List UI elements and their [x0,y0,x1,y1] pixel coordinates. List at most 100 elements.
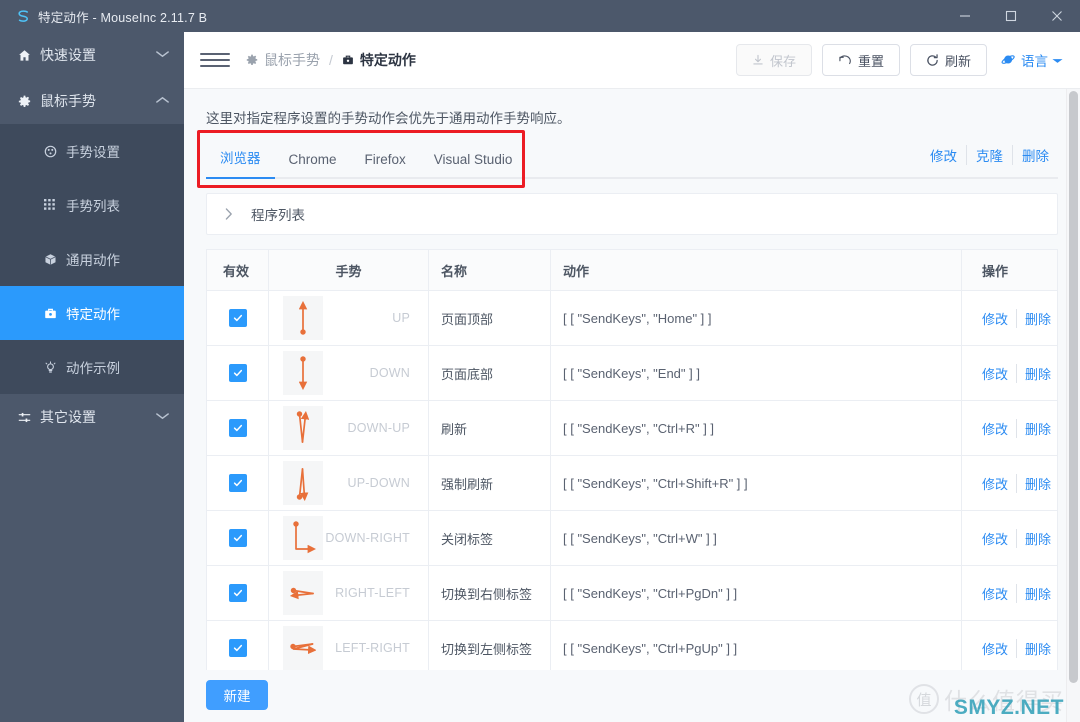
breadcrumb-separator: / [329,52,333,68]
row-delete-link[interactable]: 删除 [1016,583,1059,603]
tab-firefox[interactable]: Firefox [351,144,420,177]
breadcrumb-parent[interactable]: 鼠标手势 [246,50,320,70]
column-header-name: 名称 [429,250,551,290]
sidebar-item-specific-actions[interactable]: 特定动作 [0,286,184,340]
content-scroll: 这里对指定程序设置的手势动作会优先于通用动作手势响应。 浏览器 Chrome F… [184,89,1080,670]
sidebar-group-mouse-gestures[interactable]: 鼠标手势 [0,78,184,124]
sidebar-item-action-examples[interactable]: 动作示例 [0,340,184,394]
cell-enabled [207,291,269,345]
save-button[interactable]: 保存 [735,44,812,76]
gear-icon [246,54,258,66]
cell-name: 页面顶部 [429,291,551,345]
sidebar-item-gesture-list[interactable]: 手势列表 [0,178,184,232]
enabled-checkbox[interactable] [228,419,247,437]
hamburger-icon[interactable] [200,45,230,75]
gesture-glyph-icon [283,461,323,505]
cell-gesture: LEFT-RIGHT [269,621,429,670]
profile-tabs: 浏览器 Chrome Firefox Visual Studio [206,139,516,179]
sidebar-item-label: 手势设置 [66,145,120,160]
row-delete-link[interactable]: 删除 [1016,638,1059,658]
cell-action: [ [ "SendKeys", "Ctrl+W" ] ] [551,511,962,565]
close-button[interactable] [1034,0,1080,32]
row-edit-link[interactable]: 修改 [982,639,1016,658]
gesture-name-label: DOWN-RIGHT [325,531,410,545]
sidebar-item-label: 特定动作 [66,307,120,322]
row-delete-link[interactable]: 删除 [1016,418,1059,438]
tab-visual-studio[interactable]: Visual Studio [420,144,527,177]
minimize-button[interactable] [942,0,988,32]
cell-operations: 修改 删除 [962,291,1057,345]
row-edit-link[interactable]: 修改 [982,419,1016,438]
column-header-action: 动作 [551,250,962,290]
tab-clone-link[interactable]: 克隆 [966,145,1012,165]
row-edit-link[interactable]: 修改 [982,309,1016,328]
cell-gesture: DOWN-UP [269,401,429,455]
row-edit-link[interactable]: 修改 [982,364,1016,383]
chevron-up-icon [156,96,170,107]
sidebar-item-general-actions[interactable]: 通用动作 [0,232,184,286]
enabled-checkbox[interactable] [228,309,247,327]
gesture-name-label: DOWN [369,366,410,380]
cell-gesture: UP [269,291,429,345]
tab-edit-link[interactable]: 修改 [921,145,966,165]
enabled-checkbox[interactable] [228,364,247,382]
table-footer: 新建 [184,670,1080,722]
sidebar-group-other-settings[interactable]: 其它设置 [0,394,184,440]
table-row: DOWN-UP 刷新 [ [ "SendKeys", "Ctrl+R" ] ] 修改删… [207,401,1057,456]
refresh-button-label: 刷新 [944,53,971,69]
reset-button[interactable]: 重置 [821,44,900,76]
breadcrumb: 鼠标手势 / 特定动作 [246,50,416,70]
tab-browser[interactable]: 浏览器 [206,139,275,179]
table-body: UP 页面顶部[ [ "SendKeys", "Home" ] ] 修改 删除 DOWN… [207,291,1057,670]
sidebar-item-gesture-settings[interactable]: 手势设置 [0,124,184,178]
main-panel: 鼠标手势 / 特定动作 保存 重置 刷新 语言 这里对指定程序设置的手势动作会优… [184,32,1080,722]
gesture-action-script: [ [ "SendKeys", "Ctrl+R" ] ] [563,420,715,436]
chevron-right-icon [225,208,233,220]
row-delete-link[interactable]: 删除 [1016,363,1059,383]
table-row: DOWN 页面底部 [ [ "SendKeys", "End" ] ] 修改 删除 [207,346,1057,401]
application-window: 特定动作 - MouseInc 2.11.7 B 快速设置 鼠标手势 手势设置 … [0,0,1080,722]
cell-action: [ [ "SendKeys", "End" ] ] [551,346,962,400]
cell-name: 刷新 [429,401,551,455]
window-body: 快速设置 鼠标手势 手势设置 手势列表 通用动作 特定动作 动作示例 其它设置 … [0,32,1080,722]
program-list-collapse[interactable]: 程序列表 [206,193,1058,235]
refresh-button[interactable]: 刷新 [909,44,987,76]
gesture-display-name: 页面底部 [441,366,494,382]
breadcrumb-current: 特定动作 [342,50,416,70]
breadcrumb-parent-label: 鼠标手势 [264,52,320,68]
table-row: UP 页面顶部 [ [ "SendKeys", "Home" ] ] 修改 删除 [207,291,1057,346]
gesture-action-script: [ [ "SendKeys", "Ctrl+PgDn" ] ] [563,585,738,601]
enabled-checkbox[interactable] [228,584,247,602]
gesture-display-name: 关闭标签 [441,531,494,547]
vertical-scrollbar[interactable] [1066,89,1080,722]
row-delete-link[interactable]: 删除 [1016,473,1059,493]
undo-icon [838,54,852,66]
row-delete-link[interactable]: 删除 [1016,308,1059,328]
program-list-collapse-header[interactable]: 程序列表 [207,194,1057,234]
gesture-display-name: 页面顶部 [441,311,494,327]
cell-action: [ [ "SendKeys", "Ctrl+PgUp" ] ] [551,621,962,670]
grid-icon [44,199,66,211]
enabled-checkbox[interactable] [228,639,247,657]
tab-delete-link[interactable]: 删除 [1012,145,1058,165]
new-button[interactable]: 新建 [206,680,268,710]
maximize-button[interactable] [988,0,1034,32]
cell-name: 关闭标签 [429,511,551,565]
scrollbar-thumb[interactable] [1069,91,1078,683]
row-edit-link[interactable]: 修改 [982,529,1016,548]
row-edit-link[interactable]: 修改 [982,474,1016,493]
cell-gesture: RIGHT-LEFT [269,566,429,620]
sidebar-group-label: 鼠标手势 [40,93,96,109]
enabled-checkbox[interactable] [228,529,247,547]
sidebar-group-quick-settings[interactable]: 快速设置 [0,32,184,78]
gesture-name-label: DOWN-UP [347,421,410,435]
enabled-checkbox[interactable] [228,474,247,492]
cell-operations: 修改 删除 [962,346,1057,400]
palette-icon [44,145,66,158]
language-selector[interactable]: 语言 [1001,50,1063,70]
bulb-icon [44,360,66,374]
tab-chrome[interactable]: Chrome [275,144,351,177]
tabs-highlight-wrapper: 浏览器 Chrome Firefox Visual Studio [197,130,525,188]
row-edit-link[interactable]: 修改 [982,584,1016,603]
row-delete-link[interactable]: 删除 [1016,528,1059,548]
